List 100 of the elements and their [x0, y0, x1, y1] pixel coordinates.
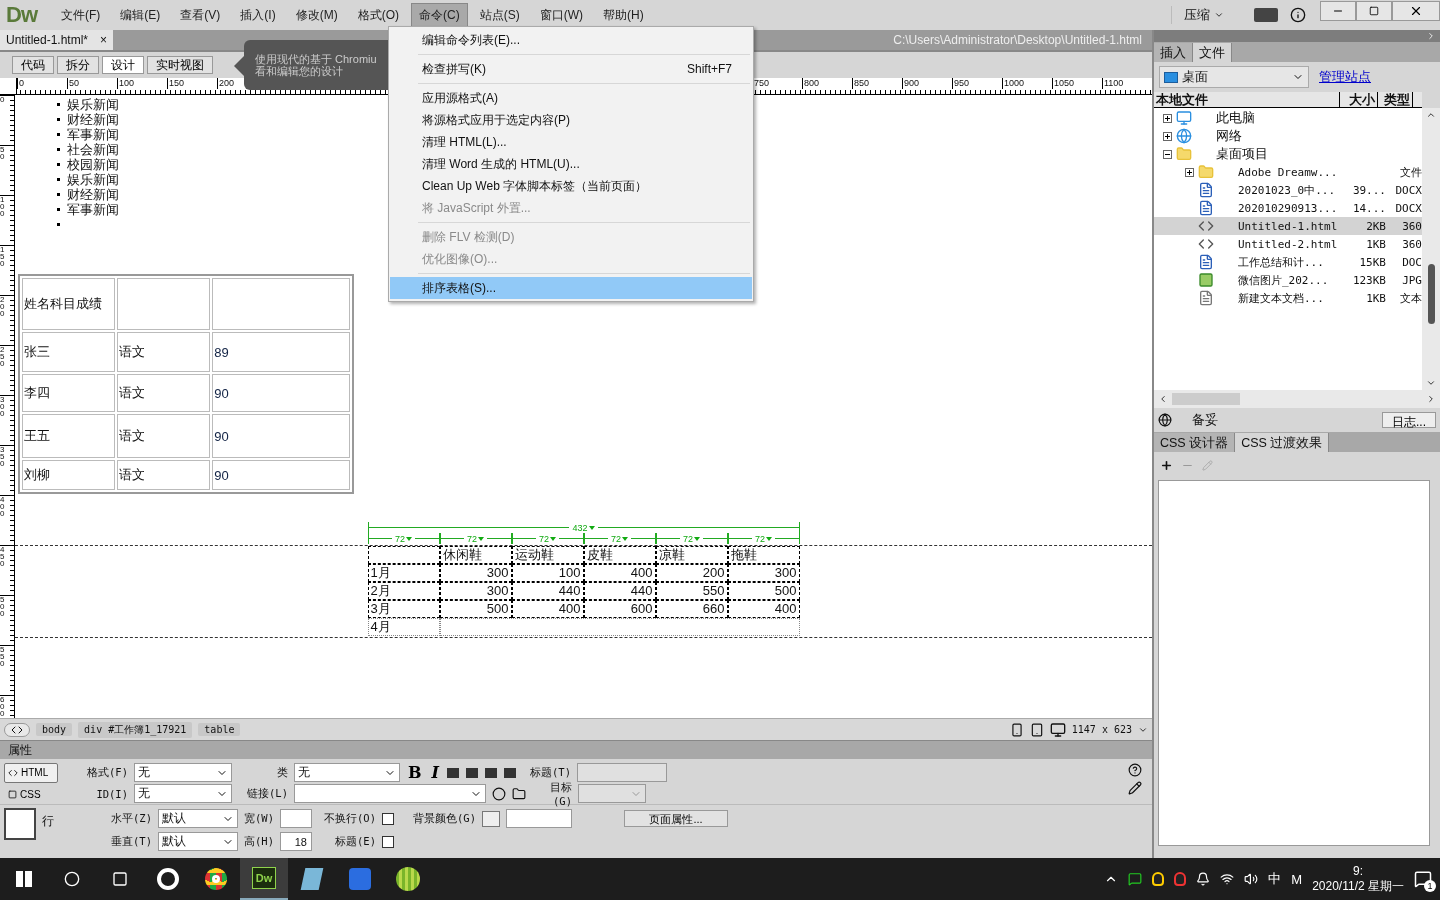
- file-name[interactable]: Untitled-2.html: [1238, 237, 1338, 251]
- file-name[interactable]: 此电脑: [1216, 109, 1336, 127]
- folder-icon[interactable]: [512, 786, 526, 801]
- panel-tab[interactable]: 插入: [1154, 43, 1193, 62]
- phone-icon[interactable]: [1009, 722, 1024, 737]
- file-name[interactable]: 网络: [1216, 127, 1336, 145]
- workspace-switcher[interactable]: 压缩: [1171, 6, 1224, 24]
- collapse-panel-icon[interactable]: [1426, 31, 1436, 41]
- window-size[interactable]: 1147 x 623: [1071, 724, 1132, 735]
- class-select[interactable]: 无: [294, 763, 400, 782]
- menu-item[interactable]: Clean Up Web 字体脚本标签（当前页面）: [390, 175, 752, 197]
- manage-sites-link[interactable]: 管理站点: [1319, 68, 1371, 86]
- bold-button[interactable]: B: [406, 763, 424, 782]
- target-icon[interactable]: [492, 786, 506, 801]
- menu-item[interactable]: 插入(I): [232, 2, 284, 28]
- close-tab-button[interactable]: ×: [100, 33, 108, 47]
- column-header[interactable]: 类型: [1378, 92, 1413, 107]
- panel-tab[interactable]: CSS 过渡效果: [1235, 433, 1330, 452]
- file-name[interactable]: Adobe Dreamw...: [1238, 165, 1338, 179]
- network-icon[interactable]: [1220, 872, 1235, 886]
- link-field[interactable]: [294, 784, 486, 803]
- menu-item[interactable]: 格式(O): [349, 2, 407, 28]
- panel-tab[interactable]: CSS 设计器: [1154, 433, 1236, 452]
- log-button[interactable]: 日志...: [1382, 412, 1436, 428]
- menu-item[interactable]: 应用源格式(A): [390, 87, 752, 109]
- tag-selector[interactable]: div #工作簿1_17921: [78, 721, 193, 738]
- italic-button[interactable]: I: [429, 763, 441, 782]
- height-field[interactable]: 18: [280, 832, 312, 851]
- view-button[interactable]: 拆分: [57, 56, 99, 74]
- volume-icon[interactable]: [1244, 872, 1259, 886]
- file-name[interactable]: 新建文本文档...: [1238, 290, 1338, 306]
- input-method[interactable]: 中: [1268, 870, 1282, 888]
- document-tab[interactable]: Untitled-1.html* ×: [0, 30, 114, 50]
- menu-item[interactable]: 站点(S): [471, 2, 528, 28]
- site-select[interactable]: 桌面: [1159, 66, 1309, 88]
- file-name[interactable]: 20201023_0中...: [1238, 182, 1338, 198]
- tag-selector[interactable]: table: [198, 723, 241, 736]
- scroll-down-icon[interactable]: [1426, 378, 1436, 388]
- clock[interactable]: 9: 2020/11/2 星期一: [1312, 864, 1404, 894]
- file-name[interactable]: 微信图片_202...: [1238, 272, 1338, 288]
- view-button[interactable]: 设计: [102, 56, 144, 74]
- edit-icon[interactable]: [1128, 781, 1142, 795]
- menu-item[interactable]: 文件(F): [53, 2, 109, 28]
- collapse-icon[interactable]: [1163, 149, 1172, 159]
- mode-button[interactable]: HTML: [4, 763, 58, 783]
- id-select[interactable]: 无: [134, 784, 232, 803]
- minimize-button[interactable]: [1320, 1, 1356, 21]
- mode-button[interactable]: CSS: [4, 784, 58, 804]
- title-field[interactable]: [577, 763, 667, 782]
- view-button[interactable]: 代码: [12, 56, 54, 74]
- scroll-thumb[interactable]: [1427, 264, 1435, 324]
- menu-item[interactable]: 查看(V): [172, 2, 229, 28]
- menu-item[interactable]: 将源格式应用于选定内容(P): [390, 109, 752, 131]
- expand-icon[interactable]: [1163, 131, 1172, 141]
- file-name[interactable]: 桌面项目: [1216, 145, 1336, 163]
- restore-button[interactable]: [1356, 1, 1392, 21]
- add-icon[interactable]: [1160, 458, 1173, 472]
- menu-item[interactable]: 检查拼写(K) Shift+F7: [390, 58, 752, 80]
- expand-icon[interactable]: [1163, 113, 1172, 123]
- nowrap-checkbox[interactable]: [382, 812, 394, 825]
- file-name[interactable]: 202010290913...: [1238, 201, 1338, 215]
- scroll-up-icon[interactable]: [1426, 110, 1436, 120]
- menu-item[interactable]: 修改(M): [287, 2, 346, 28]
- help-icon[interactable]: [1128, 763, 1142, 777]
- desktop-icon[interactable]: [1049, 721, 1066, 738]
- scroll-right-icon[interactable]: [1426, 394, 1436, 404]
- notifications-button[interactable]: 1: [1414, 870, 1432, 888]
- close-button[interactable]: [1392, 1, 1440, 21]
- file-name[interactable]: Untitled-1.html: [1238, 219, 1338, 233]
- taskbar-app[interactable]: Dw: [240, 858, 288, 900]
- bell-icon[interactable]: [1196, 872, 1211, 886]
- view-button[interactable]: 实时视图: [147, 56, 213, 74]
- panel-tab[interactable]: 文件: [1193, 43, 1232, 62]
- column-header[interactable]: 大小: [1340, 92, 1378, 107]
- color-field[interactable]: [506, 809, 572, 828]
- color-swatch[interactable]: [482, 810, 500, 827]
- info-icon[interactable]: [1290, 7, 1306, 23]
- width-field[interactable]: [280, 809, 312, 828]
- file-name[interactable]: 工作总结和计...: [1238, 254, 1338, 270]
- vertical-select[interactable]: 默认: [158, 832, 238, 851]
- menu-item[interactable]: 清理 HTML(L)...: [390, 131, 752, 153]
- column-header[interactable]: 本地文件: [1154, 92, 1340, 107]
- chat-icon[interactable]: [1128, 872, 1143, 886]
- scroll-left-icon[interactable]: [1158, 394, 1168, 404]
- header-checkbox[interactable]: [382, 835, 394, 848]
- scroll-thumb[interactable]: [1172, 393, 1240, 405]
- format-select[interactable]: 无: [134, 763, 232, 782]
- tablet-icon[interactable]: [1029, 722, 1044, 737]
- horizontal-select[interactable]: 默认: [158, 809, 238, 828]
- menu-item[interactable]: 清理 Word 生成的 HTML(U)...: [390, 153, 752, 175]
- code-view-icon[interactable]: [4, 722, 30, 737]
- menu-item[interactable]: 帮助(H): [595, 2, 652, 28]
- menu-item[interactable]: 窗口(W): [531, 2, 591, 28]
- menu-item[interactable]: 命令(C): [411, 2, 468, 28]
- menu-item[interactable]: 排序表格(S)...: [390, 277, 752, 299]
- expand-icon[interactable]: [1185, 167, 1194, 177]
- menu-item[interactable]: 编辑(E): [112, 2, 169, 28]
- menu-item[interactable]: 编辑命令列表(E)...: [390, 29, 752, 51]
- input-mode[interactable]: M: [1291, 871, 1303, 887]
- tag-selector[interactable]: body: [36, 723, 73, 736]
